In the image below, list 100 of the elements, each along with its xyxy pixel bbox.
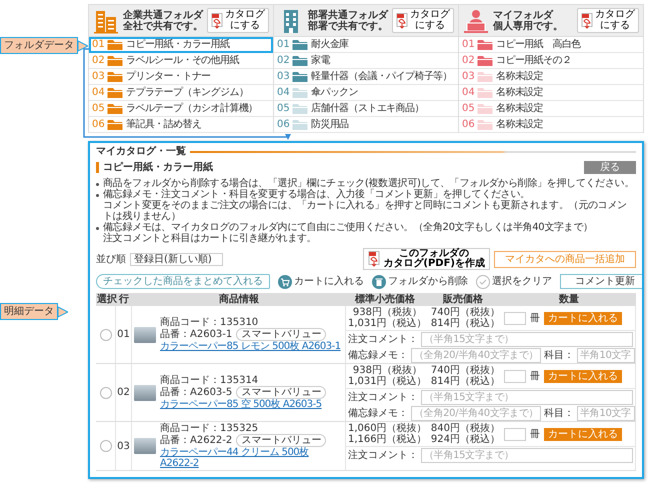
- folder-item[interactable]: 01 コピー用紙 高白色: [459, 37, 643, 53]
- folder-item[interactable]: 03 軽量什器（会議・パイプ椅子等）: [274, 69, 458, 85]
- folder-name: 名称未設定: [496, 87, 544, 98]
- folder-group-subtitle: 全社で共有です。: [123, 20, 203, 32]
- folder-item[interactable]: 04 テプラテープ（キングジム）: [89, 85, 273, 101]
- folder-item[interactable]: 05 ラベルテープ（カシオ計算機）: [89, 101, 273, 117]
- folder-number: 01: [462, 39, 474, 50]
- folder-name: コピー用紙 高白色: [496, 39, 581, 50]
- sort-select[interactable]: 登録日(新しい順): [130, 252, 223, 266]
- folder-item[interactable]: 04 名称未設定: [459, 85, 643, 101]
- trash-icon: [372, 274, 386, 288]
- folder-item[interactable]: 01 コピー用紙・カラー用紙: [89, 37, 273, 53]
- row-number: 03: [117, 440, 130, 452]
- folder-name: 店舗什器（ストエキ商品）: [311, 103, 424, 114]
- brand-tag: スマートバリュー: [236, 434, 326, 447]
- folder-item[interactable]: 06 筆記具・詰め替え: [89, 117, 273, 133]
- folder-number: 02: [462, 55, 474, 66]
- pdf-catalog-button[interactable]: このフォルダの カタログ(PDF)を作成: [363, 248, 490, 270]
- memo-field[interactable]: （全角20/半角40文字まで）: [411, 406, 541, 420]
- action-button[interactable]: 選択をクリア: [476, 274, 552, 288]
- sale-price: 840円（税抜）: [430, 423, 500, 434]
- folder-item[interactable]: 02 コピー用紙その２: [459, 53, 643, 69]
- unit-label: 冊: [530, 370, 540, 382]
- comment-field[interactable]: （半角15文字まで）: [421, 332, 633, 346]
- catalog-button[interactable]: カタログ にする: [207, 8, 269, 33]
- comment-label: 注文コメント：: [348, 334, 418, 344]
- bullet-icon: [96, 227, 99, 230]
- back-button[interactable]: 戻る: [584, 161, 636, 174]
- folder-item[interactable]: 04 傘パックン: [274, 85, 458, 101]
- folder-name: テプラテープ（キングジム）: [126, 87, 248, 98]
- folder-item[interactable]: 05 店舗什器（ストエキ商品）: [274, 101, 458, 117]
- folder-name: 耐火金庫: [311, 39, 349, 50]
- list-price: 938円（税抜）: [352, 365, 422, 376]
- note-text: 備忘録メモは、マイカタログのフォルダ内にて自由にご使用ください。（全角20文字もしくは半角40文字まで）: [103, 222, 593, 233]
- note-text: 備忘録メモ・注文コメント・科目を変更する場合は、入力後「コメント更新」を押してください。: [103, 189, 530, 200]
- product-link[interactable]: カラーペーパー85 レモン 500枚 A2603-1: [160, 341, 341, 352]
- quantity-field[interactable]: [504, 370, 526, 382]
- sale-price: 740円（税抜）: [430, 365, 500, 376]
- catalog-button[interactable]: カタログ にする: [577, 8, 639, 33]
- catalog-button[interactable]: カタログ にする: [392, 8, 454, 33]
- folder-name: 軽量什器（会議・パイプ椅子等）: [311, 71, 452, 82]
- comment-field[interactable]: （半角15文字まで）: [421, 448, 633, 462]
- quantity-field[interactable]: [504, 312, 526, 324]
- comment-label: 注文コメント：: [348, 450, 418, 460]
- sale-price: 924円（税込）: [430, 434, 500, 445]
- select-checkbox[interactable]: [100, 386, 112, 398]
- check-circle-icon: [476, 274, 490, 288]
- product-link[interactable]: カラーペーパー85 空 500枚 A2603-5: [160, 399, 326, 410]
- folder-item[interactable]: 06 名称未設定: [459, 117, 643, 133]
- folder-item[interactable]: 02 ラベルシール・その他用紙: [89, 53, 273, 69]
- comment-field[interactable]: （半角15文字まで）: [421, 390, 633, 404]
- product-photo-placeholder: [134, 326, 156, 342]
- bullet-icon: [96, 183, 99, 186]
- brand-tag: スマートバリュー: [236, 386, 326, 399]
- unit-label: 冊: [530, 312, 540, 324]
- select-checkbox[interactable]: [100, 328, 112, 340]
- folder-name: 防災用品: [311, 119, 349, 130]
- folder-name: プリンター・トナー: [126, 71, 211, 82]
- sort-label: 並び順: [96, 254, 126, 264]
- folder-item[interactable]: 06 防災用品: [274, 117, 458, 133]
- folder-item[interactable]: 02 家電: [274, 53, 458, 69]
- memo-label: 備忘録メモ：: [348, 408, 408, 418]
- folder-number: 03: [277, 71, 289, 82]
- folder-number: 01: [277, 39, 289, 50]
- folder-item[interactable]: 01 耐火金庫: [274, 37, 458, 53]
- folder-name: ラベルテープ（カシオ計算機）: [126, 103, 258, 114]
- column-header: 数量: [558, 293, 580, 306]
- brand-tag: スマートバリュー: [236, 328, 326, 341]
- select-checkbox[interactable]: [100, 440, 112, 452]
- quantity-field[interactable]: [504, 428, 526, 440]
- folder-group-subtitle: 個人専用です。: [493, 20, 563, 32]
- product-link[interactable]: カラーペーパー44 クリーム 500枚 A2622-2: [160, 447, 343, 469]
- callout-pointer-icon: [58, 304, 68, 318]
- subject-field[interactable]: 半角10文字: [577, 348, 635, 362]
- folder-heading: コピー用紙・カラー用紙: [96, 162, 213, 173]
- product-code: 商品コード：135310: [160, 317, 260, 328]
- folder-number: 05: [277, 103, 289, 114]
- column-header: 商品情報: [218, 293, 260, 306]
- subject-label: 科目：: [544, 350, 574, 360]
- column-header: 行: [118, 293, 130, 306]
- product-code: 商品コード：135314: [160, 375, 260, 386]
- folder-group-title: 企業共通フォルダ: [123, 10, 203, 20]
- folder-item[interactable]: 03 名称未設定: [459, 69, 643, 85]
- folder-name: ラベルシール・その他用紙: [126, 55, 239, 66]
- memo-field[interactable]: （全角20/半角40文字まで）: [411, 348, 541, 362]
- folder-name: 筆記具・詰め替え: [126, 119, 202, 130]
- action-button[interactable]: フォルダから削除: [372, 274, 468, 288]
- callout-pointer-icon: [78, 38, 88, 52]
- pdf-icon: [581, 12, 593, 28]
- action-button[interactable]: カートに入れる: [278, 274, 364, 288]
- folder-item[interactable]: 03 プリンター・トナー: [89, 69, 273, 85]
- folder-number: 04: [277, 87, 289, 98]
- folder-name: 傘パックン: [311, 87, 358, 98]
- folder-name: コピー用紙その２: [496, 55, 572, 66]
- comment-update-button[interactable]: コメント更新: [560, 274, 642, 289]
- folder-number: 02: [277, 55, 289, 66]
- subject-field[interactable]: 半角10文字: [577, 406, 635, 420]
- folder-name: 家電: [311, 55, 330, 66]
- column-header: 標準小売価格: [354, 293, 416, 306]
- folder-item[interactable]: 05 名称未設定: [459, 101, 643, 117]
